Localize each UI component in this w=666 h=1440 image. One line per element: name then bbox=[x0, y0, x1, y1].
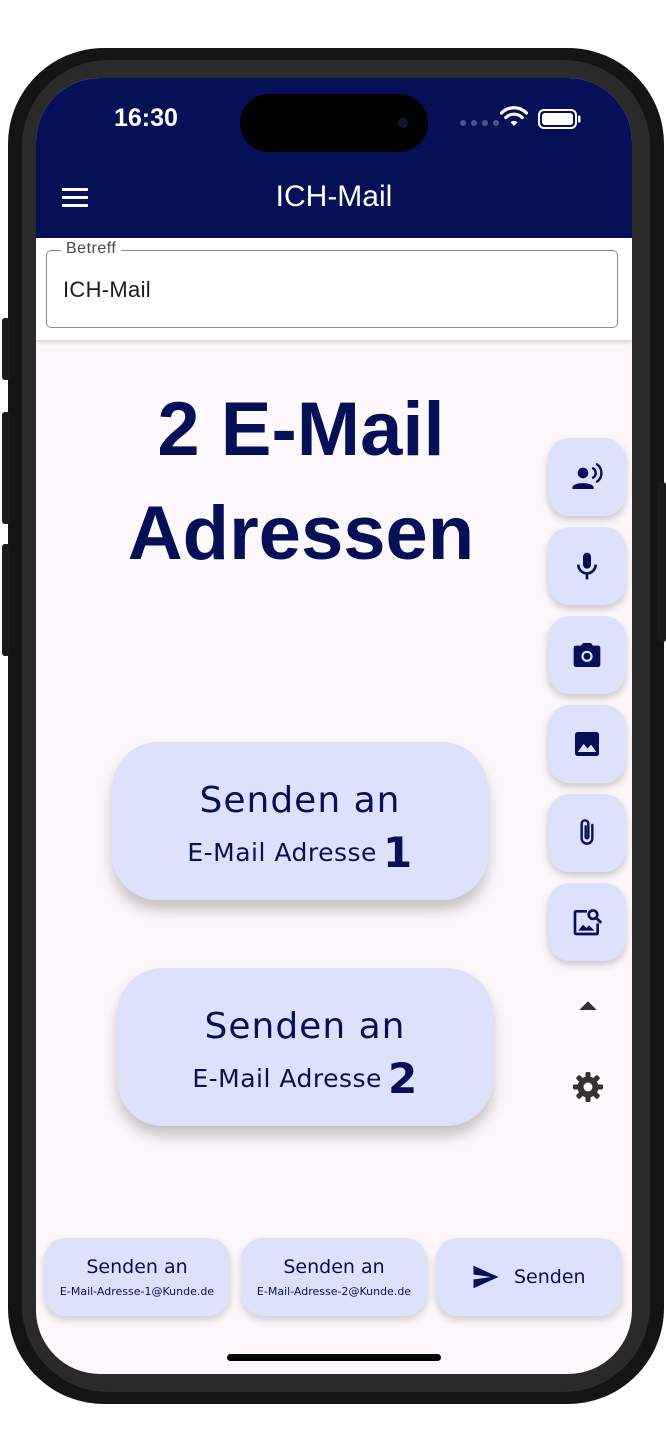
top-app-bar: 16:30 ICH-Mail bbox=[36, 78, 632, 238]
status-time: 16:30 bbox=[114, 104, 178, 132]
subject-value[interactable]: ICH-Mail bbox=[63, 277, 151, 303]
address-number: 2 bbox=[387, 1054, 418, 1103]
subject-label: Betreff bbox=[61, 240, 122, 258]
image-button[interactable] bbox=[548, 705, 626, 783]
send-icon bbox=[473, 1265, 499, 1289]
send-to-recipient-2-button[interactable]: Senden an E-Mail-Adresse-2@Kunde.de bbox=[241, 1238, 427, 1316]
send-to-recipient-1-button[interactable]: Senden an E-Mail-Adresse-1@Kunde.de bbox=[44, 1238, 230, 1316]
dynamic-island bbox=[240, 94, 428, 152]
subject-field[interactable]: Betreff ICH-Mail bbox=[46, 240, 618, 328]
voice-recognition-button[interactable] bbox=[548, 438, 626, 516]
send-to-address-2-button[interactable]: Senden an E-Mail Adresse 2 bbox=[117, 968, 493, 1126]
image-search-button[interactable] bbox=[548, 883, 626, 961]
camera-icon bbox=[573, 643, 601, 667]
heading-line-2: Adressen bbox=[127, 491, 475, 576]
send-to-label: Senden an bbox=[204, 1006, 406, 1047]
volume-up-side-button bbox=[2, 412, 10, 524]
settings-gear-icon[interactable] bbox=[570, 1069, 606, 1105]
image-icon bbox=[575, 732, 599, 756]
send-button[interactable]: Senden bbox=[436, 1238, 622, 1316]
send-to-label: Senden an bbox=[86, 1256, 188, 1278]
power-side-button bbox=[658, 482, 666, 642]
app-screen: 16:30 ICH-Mail Betreff ICH-Mail 2 E-Mail bbox=[36, 78, 632, 1374]
battery-icon bbox=[538, 109, 581, 129]
send-to-address-1-button[interactable]: Senden an E-Mail Adresse 1 bbox=[112, 742, 488, 900]
send-to-label: Senden an bbox=[283, 1256, 385, 1278]
microphone-icon bbox=[577, 552, 597, 580]
address-number: 1 bbox=[382, 828, 413, 877]
address-text: E-Mail Adresse bbox=[192, 1064, 382, 1093]
microphone-button[interactable] bbox=[548, 527, 626, 605]
home-indicator[interactable] bbox=[227, 1354, 441, 1361]
address-text: E-Mail Adresse bbox=[187, 838, 377, 867]
send-to-label: Senden an bbox=[199, 780, 401, 821]
subject-section: Betreff ICH-Mail bbox=[36, 238, 632, 340]
image-search-icon bbox=[573, 909, 602, 936]
page-heading: 2 E-Mail Adressen bbox=[36, 378, 566, 586]
address-label: E-Mail Adresse 2 bbox=[117, 1054, 493, 1103]
heading-line-1: 2 E-Mail bbox=[157, 387, 445, 472]
cellular-signal-icon bbox=[460, 120, 499, 126]
arrow-up-icon[interactable] bbox=[573, 990, 603, 1020]
camera-button[interactable] bbox=[548, 616, 626, 694]
front-camera bbox=[398, 118, 408, 128]
attachment-button[interactable] bbox=[548, 794, 626, 872]
address-label: E-Mail Adresse 1 bbox=[112, 828, 488, 877]
wifi-icon bbox=[500, 106, 528, 126]
attachment-icon bbox=[580, 819, 594, 845]
recipient-email: E-Mail-Adresse-1@Kunde.de bbox=[59, 1285, 215, 1298]
action-side-button bbox=[2, 318, 10, 380]
recipient-email: E-Mail-Adresse-2@Kunde.de bbox=[256, 1285, 412, 1298]
app-title: ICH-Mail bbox=[275, 180, 393, 213]
voice-recognition-icon bbox=[572, 463, 603, 489]
send-label: Senden bbox=[514, 1266, 586, 1288]
volume-down-side-button bbox=[2, 544, 10, 656]
